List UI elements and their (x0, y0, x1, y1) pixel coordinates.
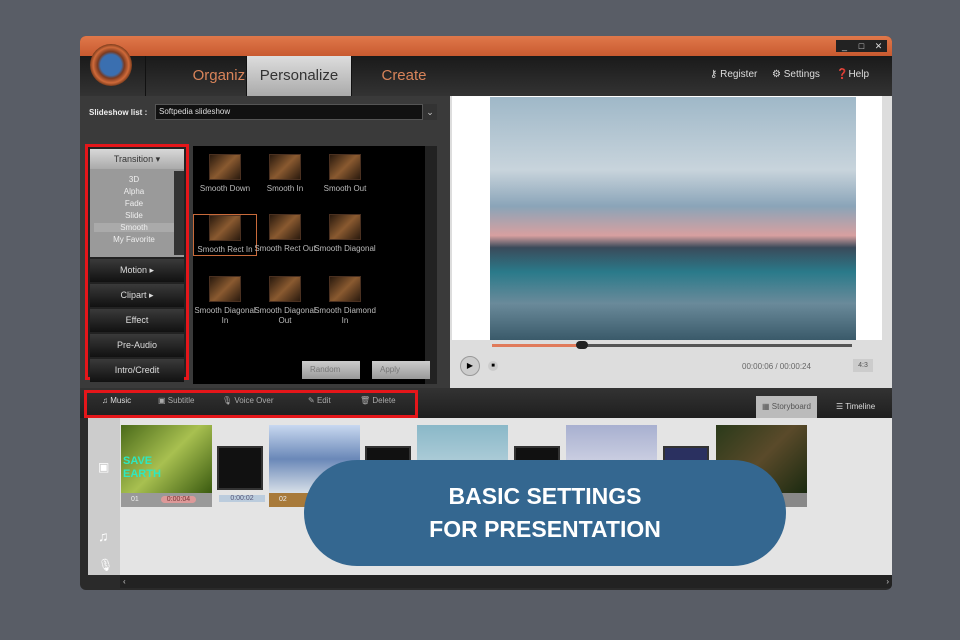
tab-personalize[interactable]: Personalize (246, 56, 351, 96)
effect-thumbnail (329, 214, 361, 240)
voice-over-button[interactable]: 🎙 Voice Over (222, 396, 274, 405)
category-effect[interactable]: Effect (90, 309, 184, 332)
effect-item[interactable]: Smooth In (253, 154, 317, 194)
seek-bar[interactable] (492, 341, 852, 349)
help-link[interactable]: ❓Help (836, 69, 869, 80)
effects-scrollbar[interactable] (425, 146, 437, 384)
minimize-button[interactable]: _ (836, 40, 853, 52)
transition-1[interactable]: 0:00:02 (217, 446, 265, 502)
category-motion[interactable]: Motion ▸ (90, 259, 184, 282)
effect-item-selected[interactable]: Smooth Rect In (193, 214, 257, 256)
slideshow-list-select[interactable]: Softpedia slideshow (155, 104, 423, 120)
random-button[interactable]: Random (302, 361, 360, 379)
track-icons: ▣ ♫ 🎙 (88, 418, 120, 575)
slideshow-list-label: Slideshow list : (89, 108, 148, 117)
maximize-button[interactable]: □ (853, 40, 870, 52)
register-link[interactable]: ⚷ Register (710, 69, 757, 80)
music-track-icon[interactable]: ♫ (98, 528, 109, 544)
time-readout: 00:00:06 / 00:00:24 (742, 362, 811, 371)
effect-item[interactable]: Smooth Diagonal In (193, 276, 257, 326)
effect-item[interactable]: Smooth Diagonal Out (253, 276, 317, 326)
subtitle-icon: ▣ (158, 396, 166, 405)
aspect-ratio-button[interactable]: 4:3 (853, 359, 873, 372)
apply-button[interactable]: Apply (372, 361, 430, 379)
effect-thumbnail (209, 215, 241, 241)
effect-item[interactable]: Smooth Rect Out (253, 214, 317, 254)
delete-button[interactable]: 🗑 Delete (360, 396, 396, 405)
effect-thumbnail (209, 154, 241, 180)
main-nav: Organize Personalize Create ⚷ Register ⚙… (80, 44, 892, 96)
sub-my-favorite[interactable]: My Favorite (94, 235, 174, 244)
transition-button[interactable]: Transition ▾ (90, 149, 184, 169)
sub-scrollbar[interactable] (174, 171, 184, 255)
trash-icon: 🗑 (360, 396, 371, 405)
stop-button[interactable]: ■ (488, 361, 498, 371)
transition-category: Transition ▾ 3D Alpha Fade Slide Smooth … (90, 149, 184, 257)
effect-item[interactable]: Smooth Diamond In (313, 276, 377, 326)
preview-image (490, 97, 856, 340)
stop-icon: ■ (491, 363, 495, 369)
effect-thumbnail (329, 154, 361, 180)
edit-button[interactable]: ✎ Edit (308, 396, 331, 405)
sub-slide[interactable]: Slide (94, 211, 174, 220)
effect-item[interactable]: Smooth Down (193, 154, 257, 194)
key-icon: ⚷ (710, 69, 721, 80)
music-icon: ♫ (102, 396, 108, 405)
music-button[interactable]: ♫ Music (102, 396, 131, 405)
microphone-icon: 🎙 (222, 396, 233, 405)
clip-bar: 01 0:00:04 (121, 493, 212, 507)
category-pre-audio[interactable]: Pre-Audio (90, 334, 184, 357)
effect-thumbnail (269, 214, 301, 240)
photo-track-icon[interactable]: ▣ (98, 460, 109, 474)
effect-thumbnail (269, 154, 301, 180)
effect-thumbnail (329, 276, 361, 302)
close-button[interactable]: ✕ (870, 40, 887, 52)
clip-caption: SAVE EARTH (123, 455, 161, 480)
category-clipart[interactable]: Clipart ▸ (90, 284, 184, 307)
voice-track-icon[interactable]: 🎙 (98, 558, 113, 572)
storyboard-toolbar: ♫ Music ▣ Subtitle 🎙 Voice Over ✎ Edit 🗑… (80, 388, 892, 418)
effect-item[interactable]: Smooth Out (313, 154, 377, 194)
pencil-icon: ✎ (308, 396, 315, 405)
sub-3d[interactable]: 3D (94, 175, 174, 184)
clip-thumbnail: SAVE EARTH (121, 425, 212, 493)
subtitle-button[interactable]: ▣ Subtitle (158, 396, 194, 405)
seek-handle[interactable] (576, 341, 588, 349)
storyboard-scrollbar[interactable]: ‹ › (120, 575, 892, 588)
tab-timeline[interactable]: ☰ Timeline (830, 396, 881, 418)
title-bar: _ □ ✕ (80, 36, 892, 56)
effect-item[interactable]: Smooth Diagonal (313, 214, 377, 254)
sub-fade[interactable]: Fade (94, 199, 174, 208)
tab-storyboard[interactable]: ▦ Storyboard (756, 396, 817, 418)
preview-panel: ▶ ■ 00:00:06 / 00:00:24 4:3 (450, 96, 892, 388)
banner-line-2: FOR PRESENTATION (429, 516, 661, 542)
category-intro-credit[interactable]: Intro/Credit (90, 359, 184, 382)
banner-line-1: BASIC SETTINGS (448, 483, 642, 509)
sub-smooth[interactable]: Smooth (94, 223, 174, 232)
sub-alpha[interactable]: Alpha (94, 187, 174, 196)
seek-progress (492, 344, 582, 347)
help-icon: ❓ (836, 69, 849, 80)
gear-icon: ⚙ (772, 69, 784, 80)
settings-link[interactable]: ⚙ Settings (772, 69, 820, 80)
chevron-down-icon[interactable]: ⌄ (423, 104, 437, 120)
app-logo (90, 44, 132, 86)
effect-thumbnail (269, 276, 301, 302)
tab-create[interactable]: Create (351, 56, 456, 96)
play-icon: ▶ (466, 361, 474, 370)
play-button[interactable]: ▶ (460, 356, 480, 376)
effects-grid: Smooth Down Smooth In Smooth Out Smooth … (193, 146, 433, 384)
clip-1[interactable]: SAVE EARTH 01 0:00:04 (121, 425, 212, 507)
preview-stage (452, 96, 882, 340)
timeline-icon: ☰ (836, 402, 846, 411)
overlay-banner: BASIC SETTINGS FOR PRESENTATION (304, 460, 786, 566)
category-panel: Transition ▾ 3D Alpha Fade Slide Smooth … (85, 144, 189, 382)
storyboard-icon: ▦ (762, 402, 772, 411)
effect-thumbnail (209, 276, 241, 302)
